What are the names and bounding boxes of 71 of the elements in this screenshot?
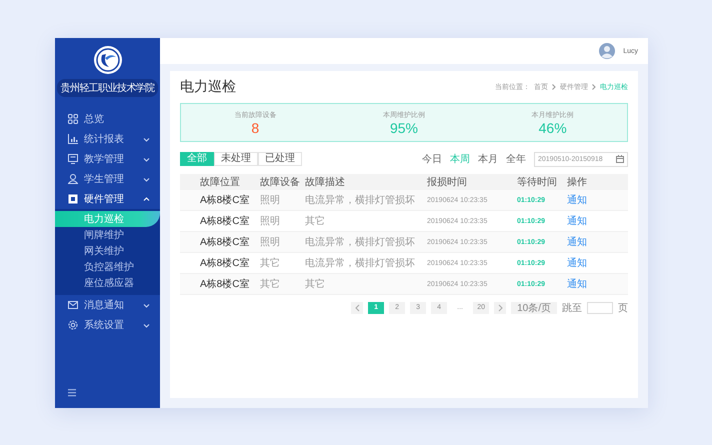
menu-item[interactable]: 教学管理 [55,149,160,169]
menu-item[interactable]: 学生管理 [55,169,160,189]
page-unit: 页 [618,302,628,314]
table-cell-text: A栋8楼C室 [200,194,250,207]
notify-link[interactable]: 通知 [567,256,628,270]
grid-icon [68,114,78,124]
column-header: 故障位置 [200,176,241,189]
page-title: 电力巡检 [180,78,236,96]
column-header: 操作 [567,176,588,189]
submenu-item[interactable]: 负控器维护 [55,259,160,275]
period-tab[interactable]: 本月 [478,152,498,166]
table-cell-text: A栋8楼C室 [200,236,250,249]
table-cell-text: 其它 [260,256,281,270]
logo-icon [92,45,122,75]
column-header: 等待时间 [517,176,558,189]
period-tab[interactable]: 全年 [506,152,526,166]
chevron-right-icon [592,84,596,90]
bar-chart-icon [68,134,78,144]
notify-link[interactable]: 通知 [567,193,628,207]
notify-link[interactable]: 通知 [567,235,628,249]
menu-item[interactable]: 硬件管理 [55,189,160,209]
table-cell-text: 其它 [305,214,326,228]
table-cell-text: A栋8楼C室 [200,214,250,228]
person-icon [68,174,78,184]
table-cell-text: 电流异常，横排灯管损坏 [305,236,416,249]
chevron-right-icon [552,84,556,90]
submenu-item[interactable]: 电力巡检 [55,211,160,227]
next-page-button[interactable] [494,302,506,314]
filter-tab[interactable]: 未处理 [214,152,258,166]
notify-link[interactable]: 通知 [567,277,628,291]
stat-value: 95% [390,120,418,136]
chevron-right-icon [498,304,503,312]
column-header: 故障设备 [260,176,301,189]
board-icon [68,154,78,164]
submenu-item[interactable]: 闸牌维护 [55,227,160,243]
page-input[interactable] [587,302,613,314]
filter-tab[interactable]: 已处理 [258,152,302,166]
menu-item[interactable]: 系统设置 [55,315,160,335]
table-cell-text: 照明 [260,236,281,249]
table-cell-text: A栋8楼C室 [200,278,250,291]
menu-icon[interactable] [68,389,76,397]
menu-item[interactable]: 统计报表 [55,129,160,149]
calendar-icon [616,155,624,163]
notify-link[interactable]: 通知 [567,214,628,228]
school-name: 贵州轻工职业技术学院 [57,79,158,97]
table-cell-text: 电流异常，横排灯管损坏 [305,194,416,207]
menu-item[interactable]: 总览 [55,109,160,129]
table-cell-text: 照明 [260,194,281,207]
period-tab[interactable]: 今日 [422,152,442,166]
filter-tab[interactable]: 全部 [180,152,214,166]
submenu-item[interactable]: 网关维护 [55,243,160,259]
page-size-select[interactable]: 10条/页 [511,302,557,314]
column-header: 故障描述 [305,176,346,189]
jump-label: 跳至 [562,302,582,314]
stat-value: 8 [251,120,260,136]
table-cell-text: 其它 [260,278,281,291]
table-cell-text: 其它 [305,278,326,291]
envelope-icon [68,300,78,310]
period-tab[interactable]: 本周 [450,152,470,166]
gear-icon [68,320,78,330]
previous-page-button[interactable] [351,302,364,314]
table-cell-text: 照明 [260,215,281,228]
menu-item[interactable]: 消息通知 [55,295,160,315]
table-cell-text: A栋8楼C室 [200,256,250,270]
avatar-icon[interactable] [599,43,616,59]
chip-icon [68,194,78,204]
submenu-item[interactable]: 座位感应器 [55,275,160,291]
column-header: 报损时间 [427,176,468,189]
table-cell-text: 电流异常，横排灯管损坏 [305,256,416,270]
stat-value: 46% [538,120,567,136]
chevron-left-icon [354,304,360,312]
